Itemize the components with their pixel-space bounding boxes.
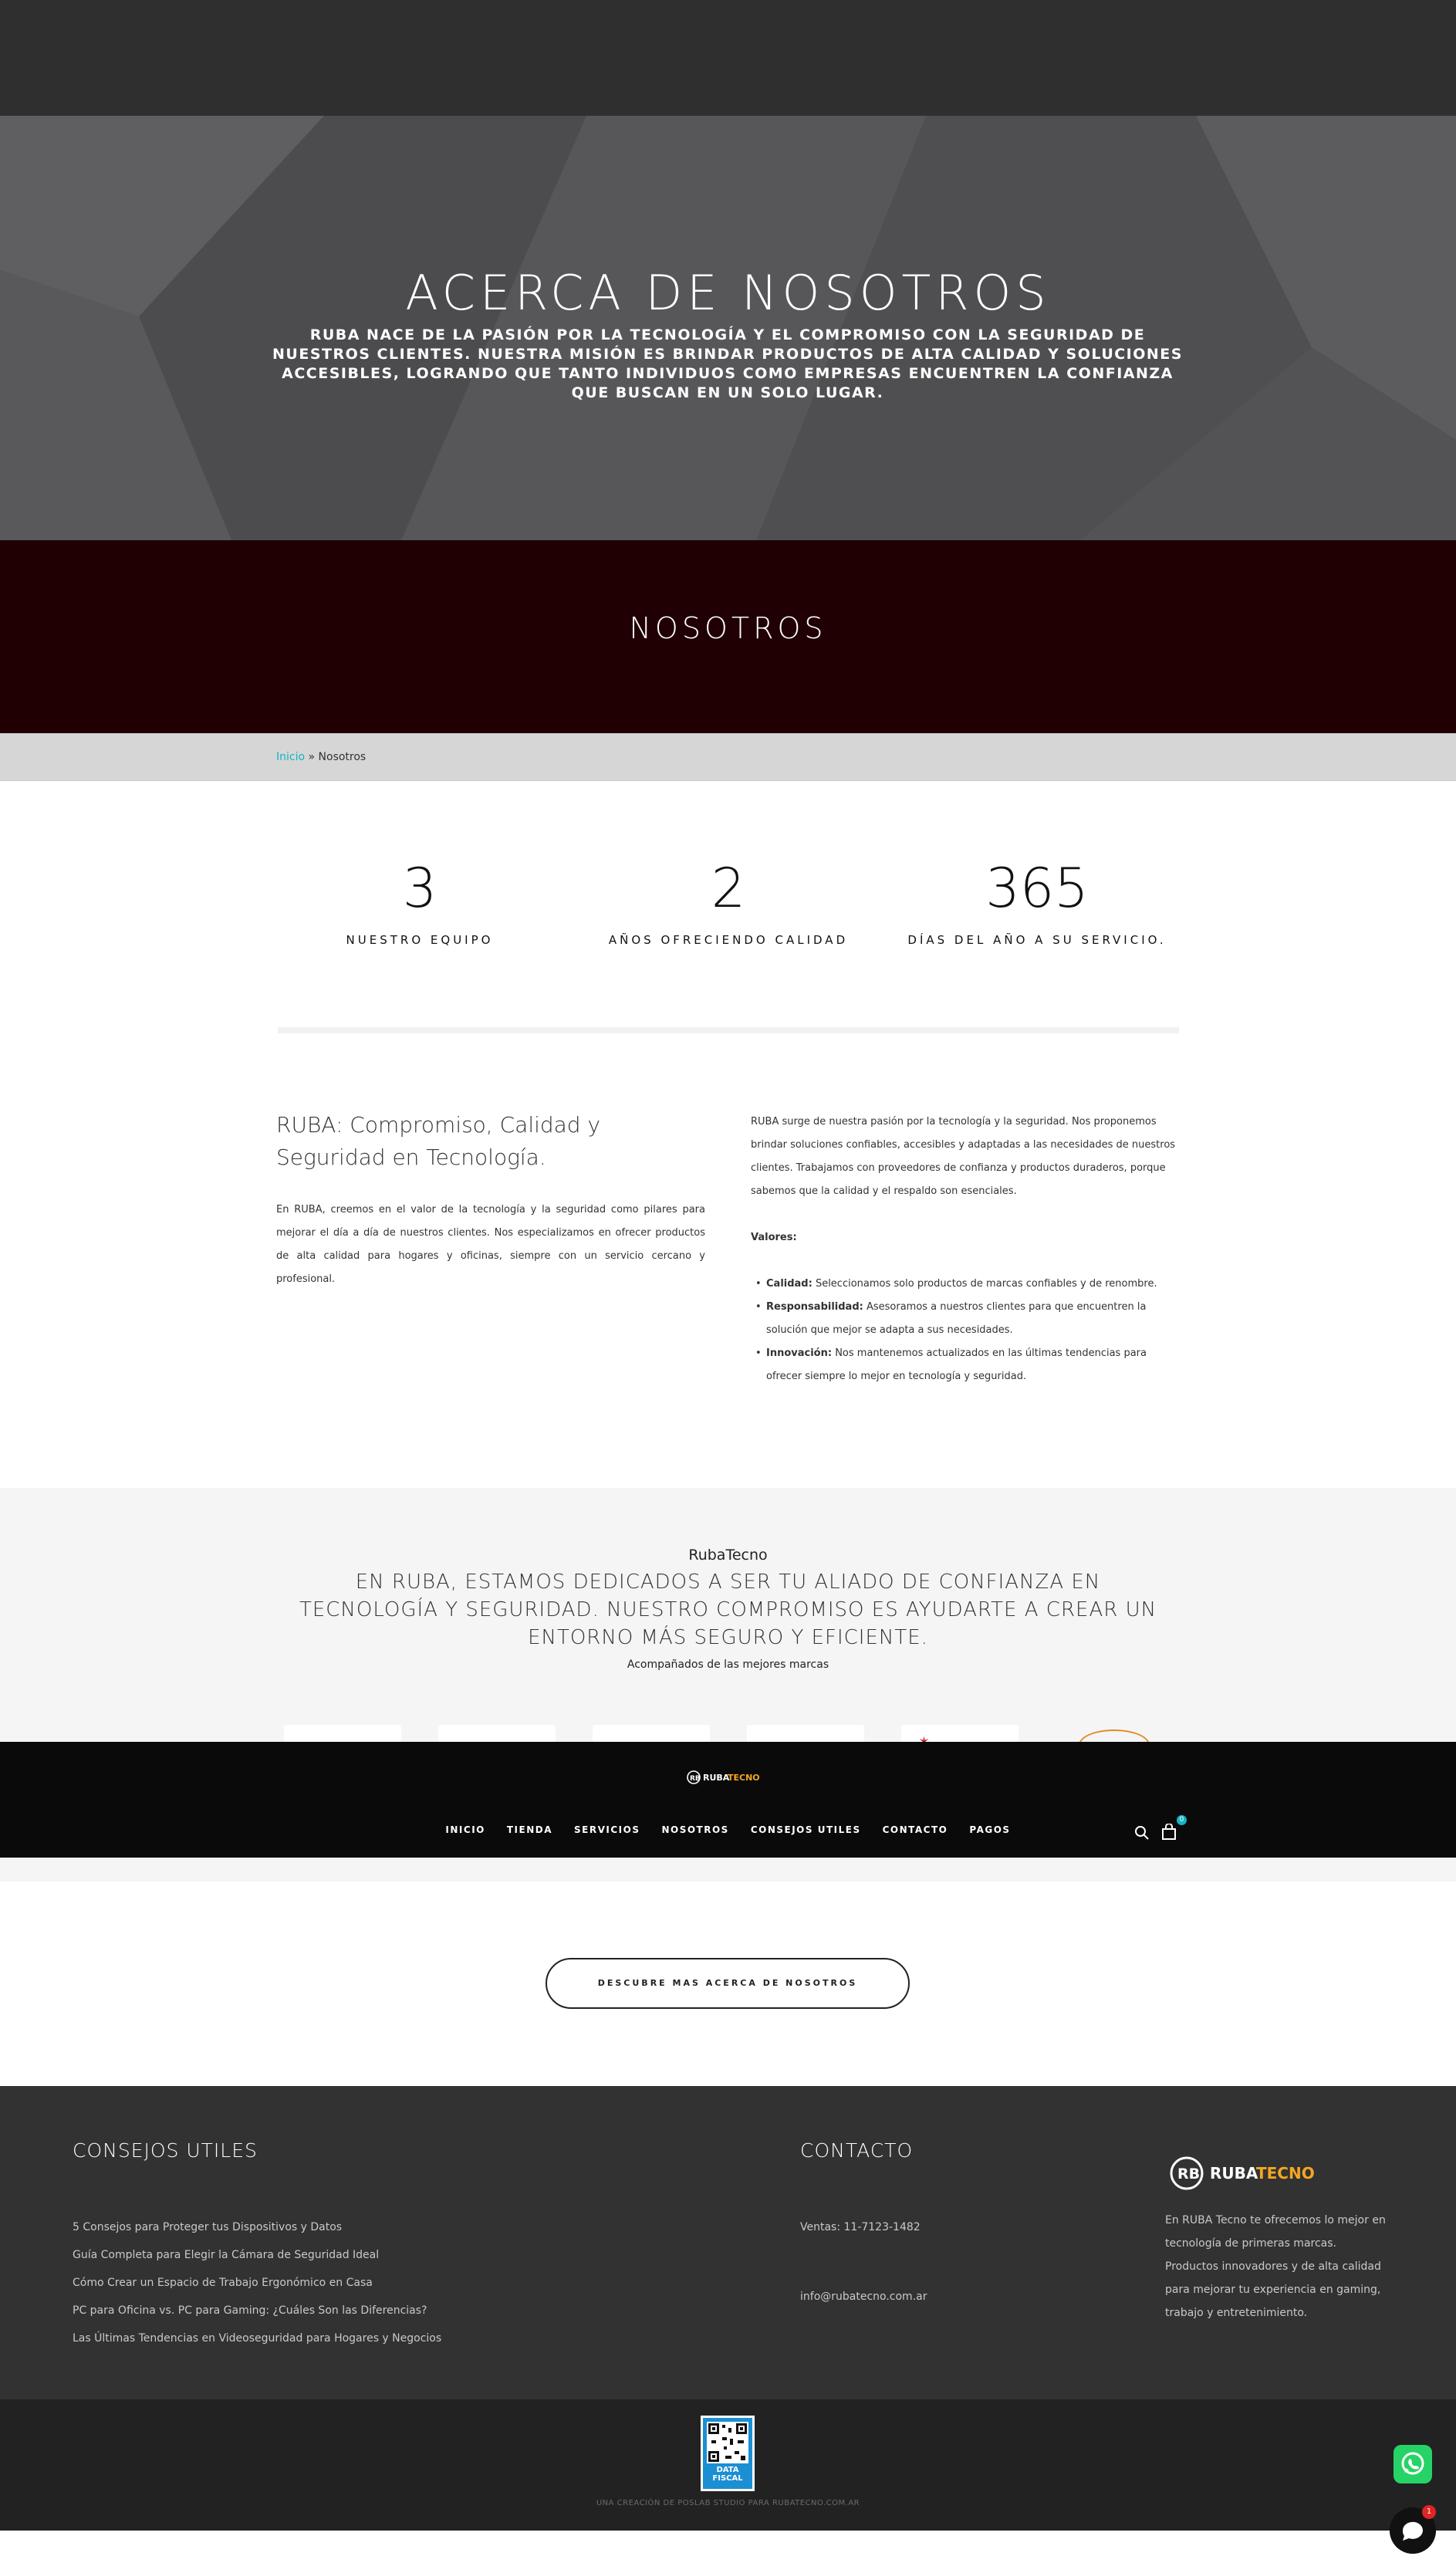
about-details: RUBA surge de nuestra pasión por la tecn…: [751, 1111, 1180, 1388]
footer-tips-heading: CONSEJOS UTILES: [73, 2139, 258, 2162]
footer-tip-link[interactable]: Cómo Crear un Espacio de Trabajo Ergonóm…: [73, 2269, 535, 2297]
brands-name: RubaTecno: [688, 1547, 768, 1564]
stat-number: 365: [985, 857, 1089, 920]
breadcrumb: Inicio » Nosotros: [0, 733, 1456, 781]
qr-code-icon[interactable]: DATA FISCAL: [701, 2416, 755, 2491]
stat-label: NUESTRO EQUIPO: [346, 933, 494, 947]
hero-section: ACERCA DE NOSOTROS RUBA NACE DE LA PASIÓ…: [0, 116, 1456, 540]
footer-about-text: En RUBA Tecno te ofrecemos lo mejor en t…: [1165, 2214, 1386, 2319]
stat-number: 2: [711, 857, 746, 920]
svg-text:RUBA: RUBA: [1210, 2164, 1258, 2182]
stat-label: DÍAS DEL AÑO A SU SERVICIO.: [907, 933, 1167, 947]
footer-tip-link[interactable]: Las Últimas Tendencias en Videoseguridad…: [73, 2324, 535, 2352]
value-item-calidad: Calidad: Seleccionamos solo productos de…: [755, 1273, 1180, 1296]
cart-count-badge: 0: [1177, 1815, 1187, 1825]
ruba-logo[interactable]: RB RUBA TECNO: [687, 1769, 770, 1786]
section-divider: [278, 1027, 1179, 1033]
whatsapp-icon[interactable]: [1394, 2445, 1432, 2483]
nav-item-pagos[interactable]: PAGOS: [969, 1824, 1010, 1835]
stat-number: 3: [402, 857, 437, 920]
footer-email[interactable]: info@rubatecno.com.ar: [800, 2283, 927, 2311]
nav-item-contacto[interactable]: CONTACTO: [883, 1824, 948, 1835]
stat-team: 3 NUESTRO EQUIPO: [281, 854, 559, 947]
footer-phone[interactable]: Ventas: 11-7123-1482: [800, 2213, 927, 2241]
footer-bottom-bar: DATA FISCAL UNA CREACIÓN DE POSLAB STUDI…: [0, 2399, 1456, 2531]
svg-text:TECNO: TECNO: [1256, 2164, 1315, 2182]
page-title: NOSOTROS: [629, 611, 827, 645]
nav-item-tienda[interactable]: TIENDA: [507, 1824, 552, 1835]
footer-tip-link[interactable]: Guía Completa para Elegir la Cámara de S…: [73, 2241, 535, 2269]
svg-text:RUBA: RUBA: [703, 1773, 730, 1783]
footer-ruba-logo: RB RUBA TECNO: [1170, 2156, 1315, 2190]
nav-item-consejos-utiles[interactable]: CONSEJOS UTILES: [751, 1824, 861, 1835]
stat-label: AÑOS OFRECIENDO CALIDAD: [608, 933, 849, 947]
breadcrumb-home-link[interactable]: Inicio: [276, 751, 305, 763]
hero-description: RUBA NACE DE LA PASIÓN POR LA TECNOLOGÍA…: [272, 326, 1183, 401]
brands-heading: EN RUBA, ESTAMOS DEDICADOS A SER TU ALIA…: [299, 1571, 1157, 1649]
svg-text:RB: RB: [1177, 2166, 1200, 2182]
values-heading: Valores:: [751, 1232, 797, 1243]
search-icon[interactable]: [1134, 1825, 1150, 1841]
footer-contact-heading: CONTACTO: [800, 2139, 914, 2162]
svg-text:TECNO: TECNO: [728, 1773, 760, 1783]
nav-item-servicios[interactable]: SERVICIOS: [574, 1824, 640, 1835]
qr-label: DATA FISCAL: [712, 2466, 743, 2483]
sticky-navbar: RB RUBA TECNO INICIO TIENDA SERVICIOS NO…: [0, 1742, 1456, 1858]
chat-notification-badge: 1: [1422, 2505, 1436, 2519]
nav-item-nosotros[interactable]: NOSOTROS: [661, 1824, 728, 1835]
footer: CONSEJOS UTILES 5 Consejos para Proteger…: [0, 2086, 1456, 2399]
main-menu: INICIO TIENDA SERVICIOS NOSOTROS CONSEJO…: [0, 1824, 1456, 1835]
discover-more-button[interactable]: DESCUBRE MAS ACERCA DE NOSOTROS: [546, 1958, 910, 2009]
nav-item-inicio[interactable]: INICIO: [445, 1824, 485, 1835]
footer-tip-link[interactable]: PC para Oficina vs. PC para Gaming: ¿Cuá…: [73, 2297, 535, 2324]
credits-text: UNA CREACIÓN DE POSLAB STUDIO PARA RUBAT…: [596, 2499, 860, 2507]
svg-text:RB: RB: [690, 1775, 701, 1783]
value-item-innovacion: Innovación: Nos mantenemos actualizados …: [755, 1342, 1180, 1388]
qr-code-pattern: [707, 2422, 748, 2463]
breadcrumb-separator: »: [308, 751, 316, 763]
footer-contact-info: Ventas: 11-7123-1482 info@rubatecno.com.…: [800, 2213, 927, 2311]
stat-days: 365 DÍAS DEL AÑO A SU SERVICIO.: [898, 854, 1176, 947]
top-header-bar: [0, 0, 1456, 116]
footer-tip-link[interactable]: 5 Consejos para Proteger tus Dispositivo…: [73, 2213, 535, 2241]
cart-icon[interactable]: [1161, 1824, 1177, 1841]
value-item-responsabilidad: Responsabilidad: Asesoramos a nuestros c…: [755, 1296, 1180, 1342]
brands-subheading: Acompañados de las mejores marcas: [627, 1658, 829, 1671]
stat-years: 2 AÑOS OFRECIENDO CALIDAD: [589, 854, 867, 947]
breadcrumb-current: Nosotros: [318, 751, 367, 763]
footer-tips-list: 5 Consejos para Proteger tus Dispositivo…: [73, 2213, 535, 2352]
page-title-banner: NOSOTROS: [0, 540, 1456, 733]
about-heading: RUBA: Compromiso, Calidad y Seguridad en…: [276, 1112, 601, 1170]
about-right-paragraph: RUBA surge de nuestra pasión por la tecn…: [751, 1116, 1176, 1197]
values-list: Calidad: Seleccionamos solo productos de…: [751, 1273, 1180, 1388]
about-paragraph: En RUBA, creemos en el valor de la tecno…: [276, 1204, 705, 1285]
hero-title: ACERCA DE NOSOTROS: [405, 265, 1051, 321]
